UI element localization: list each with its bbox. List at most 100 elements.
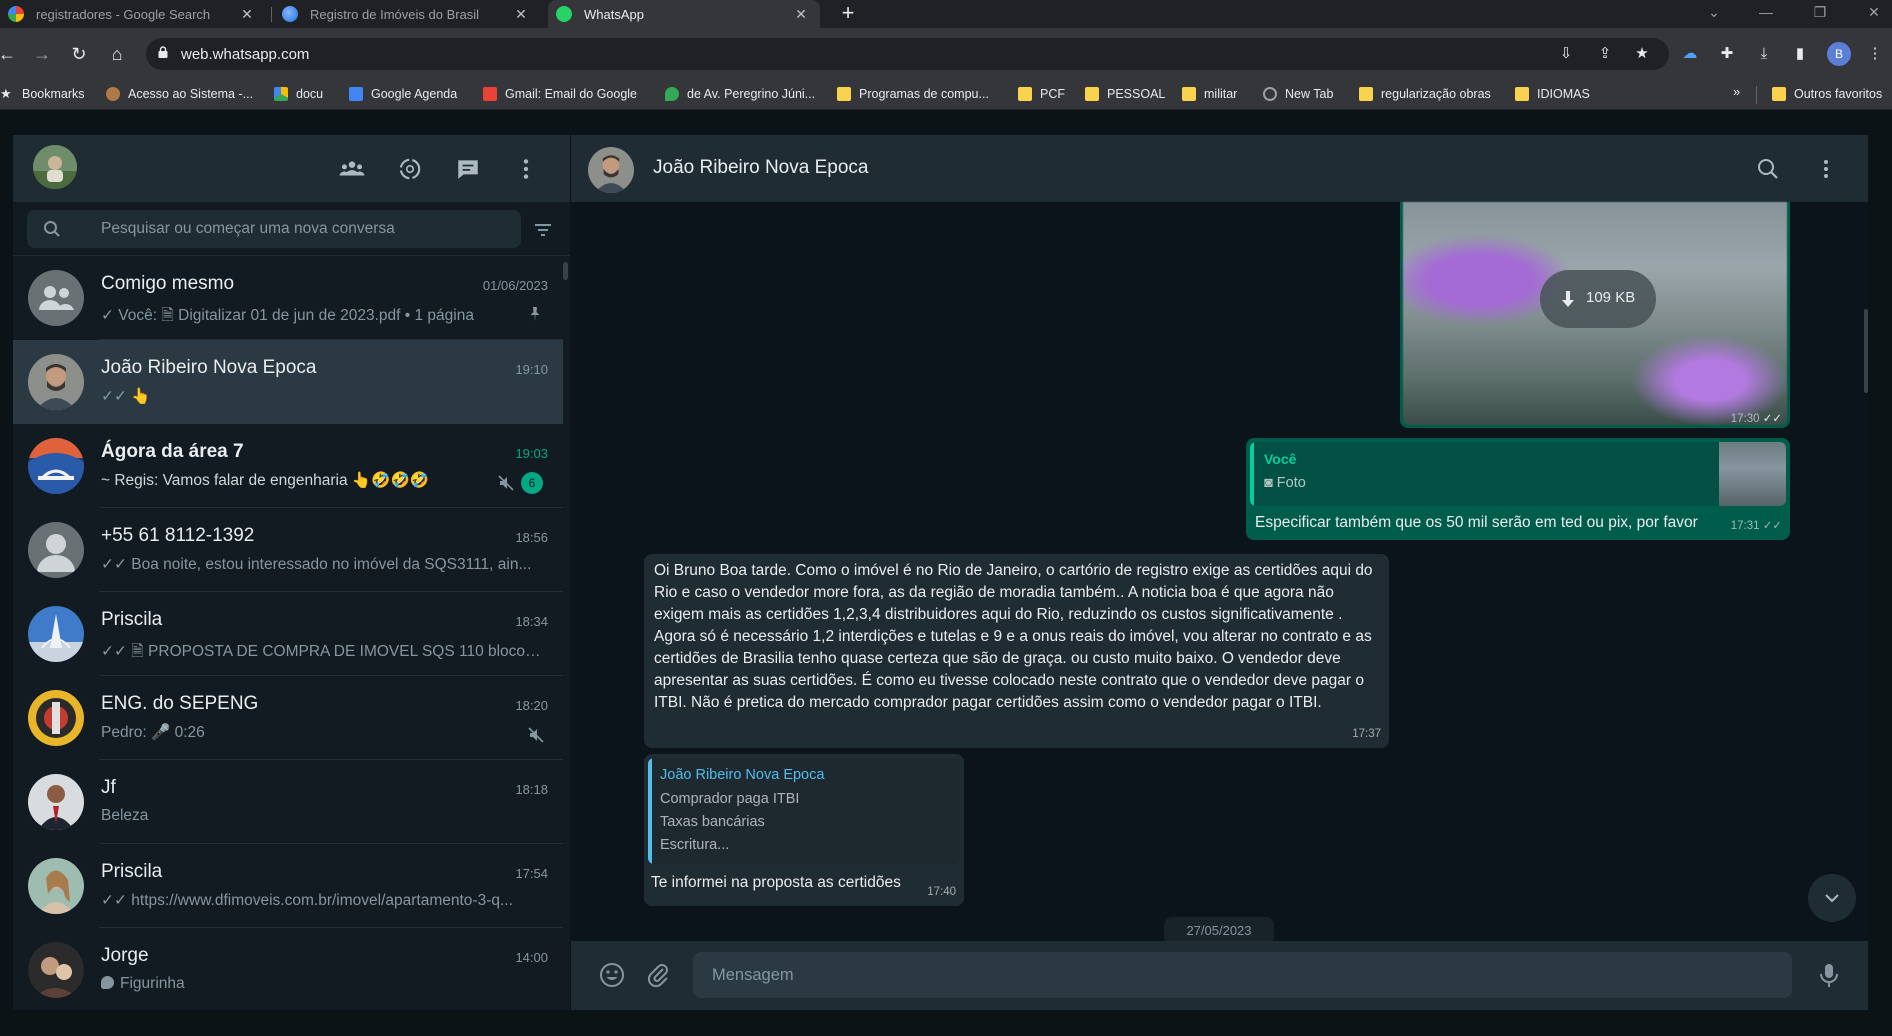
read-receipt-icon: ✓✓ [1762, 520, 1782, 532]
bookmark-folder[interactable]: regularização obras [1359, 83, 1491, 105]
browser-tab-registro[interactable]: Registro de Imóveis do Brasil ✕ [274, 0, 540, 28]
close-icon[interactable]: ✕ [512, 6, 530, 23]
browser-menu-icon[interactable]: ⋮ [1865, 44, 1885, 64]
install-app-icon[interactable]: ⇩ [1556, 44, 1576, 64]
incoming-message[interactable]: João Ribeiro Nova Epoca Comprador paga I… [644, 754, 964, 906]
bookmark-folder[interactable]: Programas de compu... [837, 83, 989, 105]
lock-icon[interactable] [158, 46, 168, 58]
menu-dots-icon[interactable] [513, 156, 539, 182]
bookmark-item[interactable]: Google Agenda [349, 83, 457, 105]
message-input[interactable] [693, 952, 1792, 998]
quote-bar [648, 758, 652, 864]
url-text[interactable]: web.whatsapp.com [181, 46, 309, 63]
read-receipt-icon: ✓✓ [1762, 413, 1782, 425]
back-button[interactable]: ← [0, 42, 20, 66]
contact-avatar [28, 606, 84, 662]
chat-name: Jorge [101, 945, 149, 966]
my-profile-avatar[interactable] [33, 145, 77, 189]
bookmark-item[interactable]: New Tab [1263, 83, 1333, 105]
chat-item[interactable]: Jorge 14:00 Figurinha [13, 928, 563, 1010]
bookmark-item[interactable]: Acesso ao Sistema -... [106, 83, 253, 105]
chat-preview-text: Figurinha [120, 975, 185, 992]
filter-icon[interactable] [533, 220, 553, 240]
downloads-icon[interactable]: ⤓ [1754, 44, 1774, 64]
chat-item[interactable]: Priscila 18:34 ✓✓ 🗎 PROPOSTA DE COMPRA D… [13, 592, 563, 676]
conversation-header[interactable]: João Ribeiro Nova Epoca [571, 135, 1868, 202]
close-icon[interactable]: ✕ [238, 6, 256, 23]
pin-icon [530, 307, 540, 321]
conversation-panel: João Ribeiro Nova Epoca 109 KB 17:30 ✓✓ … [571, 135, 1868, 1010]
new-chat-icon[interactable] [455, 156, 481, 182]
address-bar[interactable] [146, 38, 1669, 70]
chat-item[interactable]: +55 61 8112-1392 18:56 ✓✓ Boa noite, est… [13, 508, 563, 592]
chat-list-scrollbar[interactable] [563, 262, 568, 280]
communities-icon[interactable] [339, 156, 365, 182]
forward-button[interactable]: → [29, 42, 55, 66]
search-section [13, 202, 570, 256]
bookmark-folder[interactable]: IDIOMAS [1515, 83, 1590, 105]
side-panel-icon[interactable]: ▮ [1790, 44, 1810, 64]
gmail-icon [483, 87, 497, 101]
extensions-icon[interactable]: ✚ [1717, 44, 1737, 64]
chat-time: 18:20 [515, 698, 548, 713]
profile-avatar[interactable]: B [1827, 42, 1851, 66]
status-icon[interactable] [397, 156, 423, 182]
reload-button[interactable]: ↻ [66, 42, 92, 66]
cloud-extension-icon[interactable]: ☁ [1680, 44, 1700, 64]
close-icon[interactable]: ✕ [792, 6, 810, 23]
bookmark-label: PCF [1040, 87, 1065, 101]
bookmark-label: Bookmarks [22, 87, 85, 101]
download-button[interactable]: 109 KB [1540, 270, 1656, 328]
browser-tab-google-search[interactable]: registradores - Google Search ✕ [0, 0, 266, 28]
browser-tab-whatsapp[interactable]: WhatsApp ✕ [548, 0, 820, 28]
message-time: 17:30 ✓✓ [1731, 411, 1782, 425]
bookmark-item[interactable]: docu [274, 83, 323, 105]
menu-dots-icon[interactable] [1814, 157, 1838, 181]
chat-item[interactable]: Jf 18:18 Beleza [13, 760, 563, 844]
search-input[interactable] [101, 210, 501, 248]
bookmark-folder[interactable]: PCF [1018, 83, 1065, 105]
bookmark-item[interactable]: Gmail: Email do Google [483, 83, 637, 105]
emoji-icon[interactable] [598, 961, 626, 989]
tab-search-icon[interactable]: ⌄ [1704, 4, 1724, 21]
chat-time: 18:34 [515, 614, 548, 629]
chat-time: 18:18 [515, 782, 548, 797]
chat-item[interactable]: ENG. do SEPENG 18:20 Pedro: 🎤 0:26 [13, 676, 563, 760]
search-icon[interactable] [1756, 157, 1780, 181]
bookmark-item[interactable]: ★ Bookmarks [0, 83, 85, 105]
share-icon[interactable]: ⇪ [1595, 44, 1615, 64]
quoted-message[interactable]: Você ◙ Foto [1250, 442, 1786, 506]
chat-item[interactable]: Ágora da área 7 19:03 ~ Regis: Vamos fal… [13, 424, 563, 508]
microphone-icon[interactable] [1815, 961, 1843, 989]
home-button[interactable]: ⌂ [104, 42, 130, 66]
chat-item[interactable]: Comigo mesmo 01/06/2023 ✓ Você: 🗎 Digita… [13, 256, 563, 340]
contact-avatar [28, 774, 84, 830]
incoming-message[interactable]: Oi Bruno Boa tarde. Como o imóvel é no R… [644, 554, 1389, 748]
outgoing-message[interactable]: Você ◙ Foto Especificar também que os 50… [1246, 438, 1790, 540]
conversation-title[interactable]: João Ribeiro Nova Epoca [653, 157, 868, 179]
image-message[interactable]: 109 KB 17:30 ✓✓ [1400, 202, 1790, 428]
chat-preview: ✓✓ https://www.dfimoveis.com.br/imovel/a… [101, 892, 513, 909]
chat-name: Comigo mesmo [101, 273, 235, 294]
restore-button[interactable]: ❐ [1810, 4, 1830, 21]
chat-time: 19:03 [515, 446, 548, 461]
scroll-down-button[interactable] [1808, 874, 1856, 922]
bookmark-item[interactable]: de Av. Peregrino Júni... [665, 83, 815, 105]
contact-avatar[interactable] [588, 147, 634, 193]
chat-item[interactable]: Priscila 17:54 ✓✓ https://www.dfimoveis.… [13, 844, 563, 928]
other-bookmarks-folder[interactable]: Outros favoritos [1772, 83, 1882, 105]
bookmark-folder[interactable]: militar [1182, 83, 1237, 105]
message-text: Oi Bruno Boa tarde. Como o imóvel é no R… [654, 562, 1373, 711]
attach-icon[interactable] [645, 961, 673, 989]
more-bookmarks-button[interactable]: » [1733, 84, 1740, 99]
quoted-message[interactable]: João Ribeiro Nova Epoca Comprador paga I… [648, 758, 960, 864]
new-tab-button[interactable]: + [836, 2, 860, 26]
message-time: 17:37 [1352, 728, 1381, 740]
bookmark-folder[interactable]: PESSOAL [1085, 83, 1165, 105]
close-window-button[interactable]: ✕ [1864, 4, 1884, 21]
chat-item-active[interactable]: João Ribeiro Nova Epoca 19:10 ✓✓ 👆 [13, 340, 563, 424]
conversation-scrollbar[interactable] [1864, 309, 1868, 393]
minimize-button[interactable]: — [1756, 4, 1776, 20]
search-box[interactable] [27, 210, 521, 248]
bookmark-star-icon[interactable]: ★ [1632, 44, 1652, 64]
